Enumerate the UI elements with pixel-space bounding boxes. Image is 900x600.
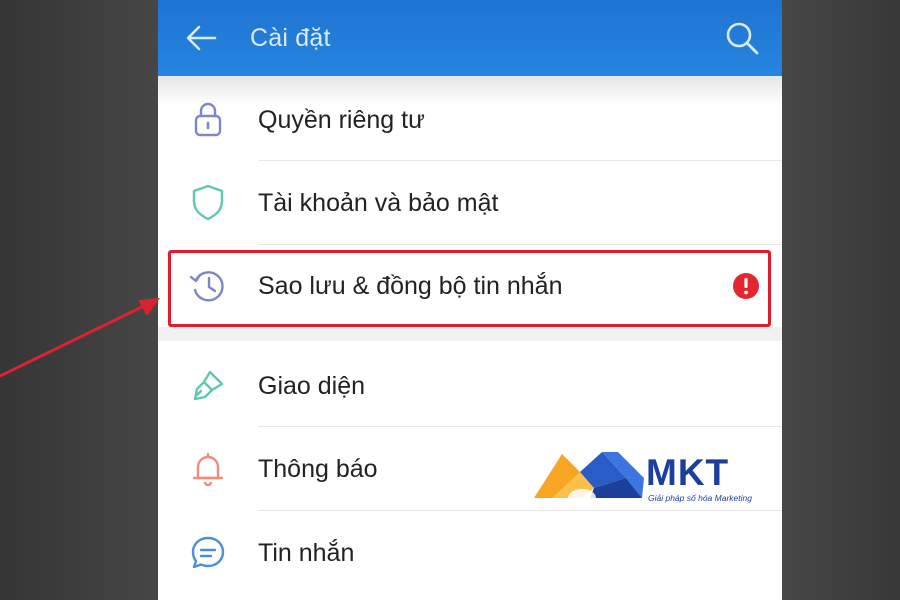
- app-header: Cài đặt: [158, 0, 782, 76]
- shield-icon: [192, 184, 224, 221]
- settings-item-label: Tài khoản và bảo mật: [258, 189, 499, 217]
- settings-item-appearance[interactable]: Giao diện: [158, 343, 782, 425]
- bell-icon: [192, 452, 224, 487]
- settings-item-privacy[interactable]: Quyền riêng tư: [158, 78, 782, 160]
- settings-item-label: Thông báo: [258, 455, 378, 483]
- back-arrow-icon[interactable]: [184, 22, 218, 54]
- phone-screen: Cài đặt Quyền riêng tư Tài khoản và bảo …: [158, 0, 782, 600]
- section-separator: [158, 327, 782, 341]
- page-title: Cài đặt: [250, 24, 331, 52]
- settings-item-label: Quyền riêng tư: [258, 106, 425, 134]
- settings-item-label: Tin nhắn: [258, 539, 355, 567]
- settings-item-account-security[interactable]: Tài khoản và bảo mật: [158, 161, 782, 243]
- mkt-logo-mark: [534, 452, 644, 498]
- mkt-logo-tagline: Giải pháp số hóa Marketing: [648, 493, 752, 503]
- annotation-arrow: [0, 298, 160, 378]
- divider: [258, 244, 782, 245]
- chat-bubble-icon: [191, 536, 225, 569]
- settings-item-label: Giao diện: [258, 372, 366, 400]
- mkt-logo-name: MKT: [646, 452, 730, 493]
- lock-icon: [194, 102, 222, 137]
- highlight-box: [168, 250, 771, 327]
- background-right: [782, 0, 900, 600]
- search-icon[interactable]: [724, 20, 760, 56]
- settings-item-messages[interactable]: Tin nhắn: [158, 511, 782, 593]
- paint-brush-icon: [193, 370, 224, 401]
- mkt-logo: MKT Giải pháp số hóa Marketing: [532, 448, 752, 508]
